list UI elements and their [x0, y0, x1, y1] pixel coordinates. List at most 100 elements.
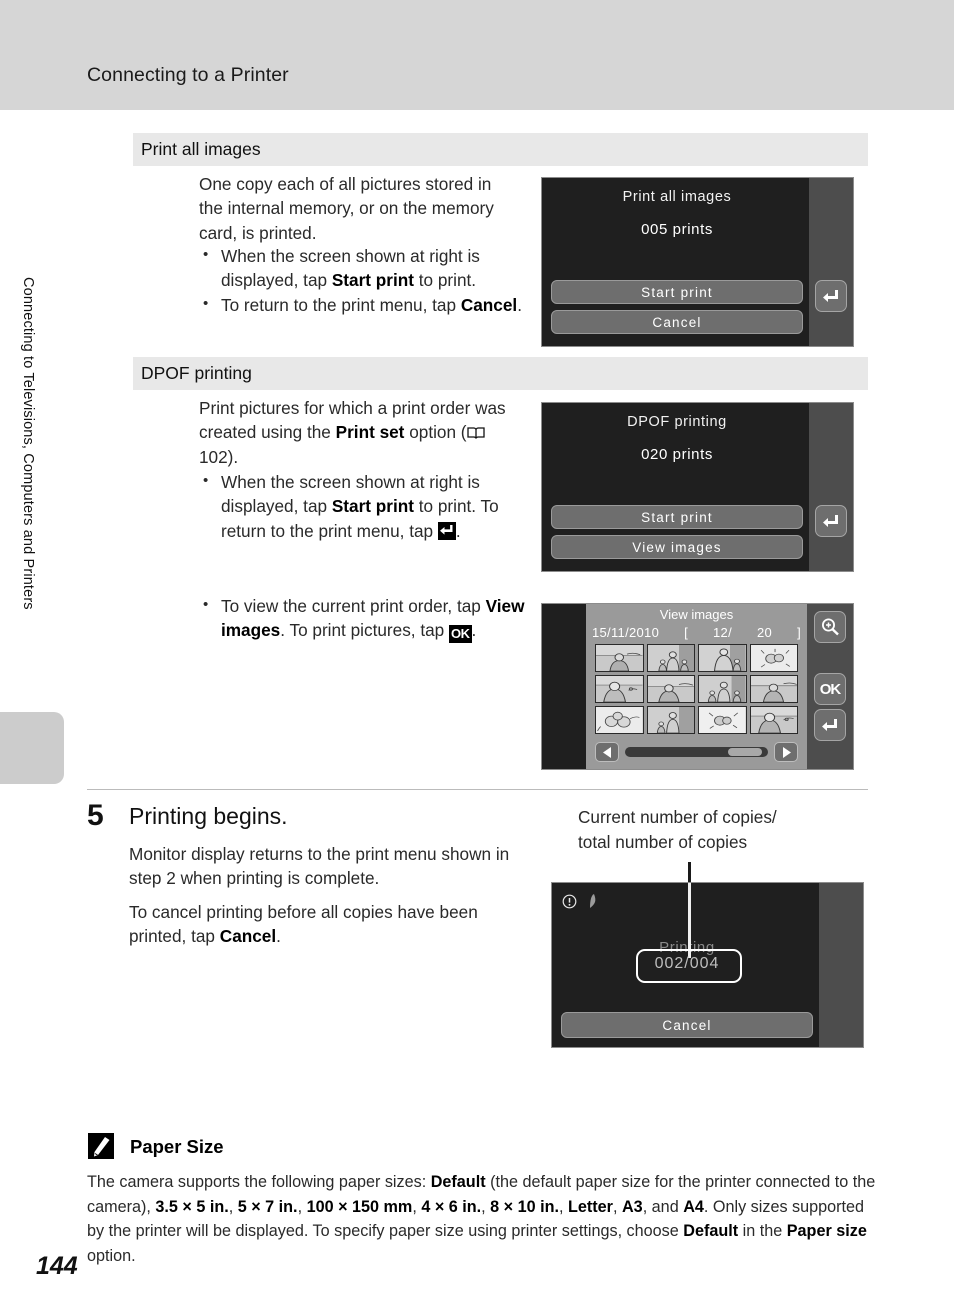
note-text-segment: Default	[683, 1222, 739, 1240]
list-item: To view the current print order, tap Vie…	[199, 593, 529, 644]
print-all-images-intro: One copy each of all pictures stored in …	[199, 174, 494, 243]
printer-icon	[586, 893, 603, 914]
back-arrow-icon[interactable]	[814, 709, 846, 741]
thumbnail-item[interactable]	[595, 675, 644, 703]
note-text-segment: in the	[738, 1222, 787, 1240]
grid-date: 15/11/2010	[592, 625, 660, 640]
grid-counter-total: 20	[757, 625, 773, 640]
thumbnail-item[interactable]	[749, 706, 798, 734]
screen-print-count: 005 prints	[641, 221, 713, 238]
screen-rail	[809, 178, 853, 346]
note-text-segment: 100 × 150 mm	[306, 1197, 413, 1216]
step-title: Printing begins.	[129, 803, 288, 829]
print-all-images-bullets: When the screen shown at right is displa…	[199, 243, 529, 317]
scroll-right-button[interactable]	[774, 742, 798, 762]
callout-label: Current number of copies/ total number o…	[578, 805, 878, 854]
thumbnail-item[interactable]	[698, 675, 747, 703]
thumbnail-item[interactable]	[646, 706, 695, 734]
start-print-button[interactable]: Start print	[551, 280, 803, 304]
note-text-segment: ,	[228, 1197, 238, 1216]
note-text-segment: ,	[481, 1197, 491, 1216]
section-divider	[87, 789, 868, 790]
warning-icon	[562, 894, 577, 914]
scrollbar-thumb[interactable]	[728, 748, 762, 756]
thumbnail-item[interactable]	[749, 675, 798, 703]
list-item: When the screen shown at right is displa…	[199, 243, 529, 293]
chapter-tab-marker	[0, 712, 64, 784]
grid-counter-open: [	[684, 625, 689, 640]
thumbnail-item[interactable]	[749, 644, 798, 672]
grid-counter-close: ]	[797, 625, 801, 640]
callout-leader-line	[688, 862, 691, 884]
note-title: Paper Size	[130, 1136, 224, 1157]
callout-line-1: Current number of copies/	[578, 807, 777, 827]
thumbnail-scrollbar[interactable]	[625, 747, 768, 757]
step5-paragraph-1: Monitor display returns to the print men…	[129, 844, 510, 889]
screen-rail	[809, 403, 853, 571]
section-bar-label: DPOF printing	[141, 363, 252, 383]
dpof-bullet-1: When the screen shown at right is displa…	[199, 469, 529, 543]
section-bar-label: Print all images	[141, 139, 261, 159]
thumbnail-scroll-row	[595, 741, 798, 763]
back-arrow-icon	[437, 521, 456, 540]
thumbnail-item[interactable]	[698, 644, 747, 672]
grid-info-row: 15/11/2010 [ 12/ 20 ]	[586, 625, 807, 640]
thumbnail-grid-panel: View images 15/11/2010 [ 12/ 20 ]	[586, 604, 807, 769]
camera-screen-printing-progress: Printing 002/004 Cancel	[551, 882, 864, 1048]
note-text-segment: Default	[430, 1173, 486, 1191]
note-text-segment: 8 × 10 in.	[490, 1197, 559, 1216]
note-text-segment: , and	[642, 1197, 684, 1216]
back-arrow-icon[interactable]	[815, 280, 847, 312]
thumbnail-item[interactable]	[595, 644, 644, 672]
cancel-button[interactable]: Cancel	[551, 310, 803, 334]
thumbnail-item[interactable]	[595, 706, 644, 734]
pencil-note-icon	[88, 1133, 114, 1159]
screen-left-band	[542, 604, 586, 769]
camera-screen-dpof-printing: DPOF printing 020 prints Start print Vie…	[541, 402, 854, 572]
view-images-button[interactable]: View images	[551, 535, 803, 559]
thumbnail-grid	[595, 644, 798, 734]
screen-status-icons	[562, 893, 603, 914]
step5-paragraph-2: To cancel printing before all copies hav…	[129, 902, 478, 947]
note-text-segment: ,	[297, 1197, 307, 1216]
section-bar-dpof-printing: DPOF printing	[133, 357, 868, 390]
grid-title: View images	[659, 607, 734, 622]
thumbnail-item[interactable]	[698, 706, 747, 734]
note-body: The camera supports the following paper …	[87, 1170, 877, 1268]
note-text-segment: 3.5 × 5 in.	[155, 1197, 229, 1216]
list-item: When the screen shown at right is displa…	[199, 469, 529, 543]
screen-rail	[819, 883, 863, 1047]
camera-screen-view-images: View images 15/11/2010 [ 12/ 20 ] OK	[541, 603, 854, 770]
scroll-left-button[interactable]	[595, 742, 619, 762]
progress-counter: 002/004	[654, 955, 720, 972]
dpof-intro: Print pictures for which a print order w…	[199, 398, 506, 467]
section-bar-print-all-images: Print all images	[133, 133, 868, 166]
page-title: Connecting to a Printer	[87, 64, 289, 86]
note-text-segment: option.	[87, 1246, 136, 1265]
back-arrow-icon[interactable]	[815, 505, 847, 537]
callout-leader-line-inner	[688, 883, 691, 958]
note-text-segment: A3	[621, 1197, 643, 1216]
ok-button[interactable]: OK	[814, 673, 846, 705]
thumbnail-item[interactable]	[646, 675, 695, 703]
screen-title: DPOF printing	[627, 414, 727, 430]
step-number: 5	[87, 799, 104, 832]
note-text-segment: 5 × 7 in.	[237, 1197, 298, 1216]
start-print-button[interactable]: Start print	[551, 505, 803, 529]
note-text-segment: ,	[559, 1197, 568, 1216]
zoom-in-icon[interactable]	[814, 611, 846, 643]
note-text-segment: Paper size	[786, 1222, 867, 1240]
dpof-bullet-2: To view the current print order, tap Vie…	[199, 593, 529, 644]
note-text-segment: The camera supports the following paper …	[87, 1173, 431, 1191]
list-item: To return to the print menu, tap Cancel.	[199, 292, 529, 317]
book-reference-icon	[466, 426, 485, 440]
callout-line-2: total number of copies	[578, 831, 748, 852]
thumbnail-item[interactable]	[646, 644, 695, 672]
cancel-button[interactable]: Cancel	[561, 1012, 813, 1038]
note-text-segment: A4	[683, 1197, 704, 1216]
note-text-segment: ,	[412, 1197, 422, 1216]
note-text-segment: 4 × 6 in.	[421, 1197, 482, 1216]
note-text-segment: Letter	[568, 1197, 613, 1216]
screen-title: Print all images	[622, 189, 732, 205]
page-header: Connecting to a Printer	[0, 0, 954, 110]
